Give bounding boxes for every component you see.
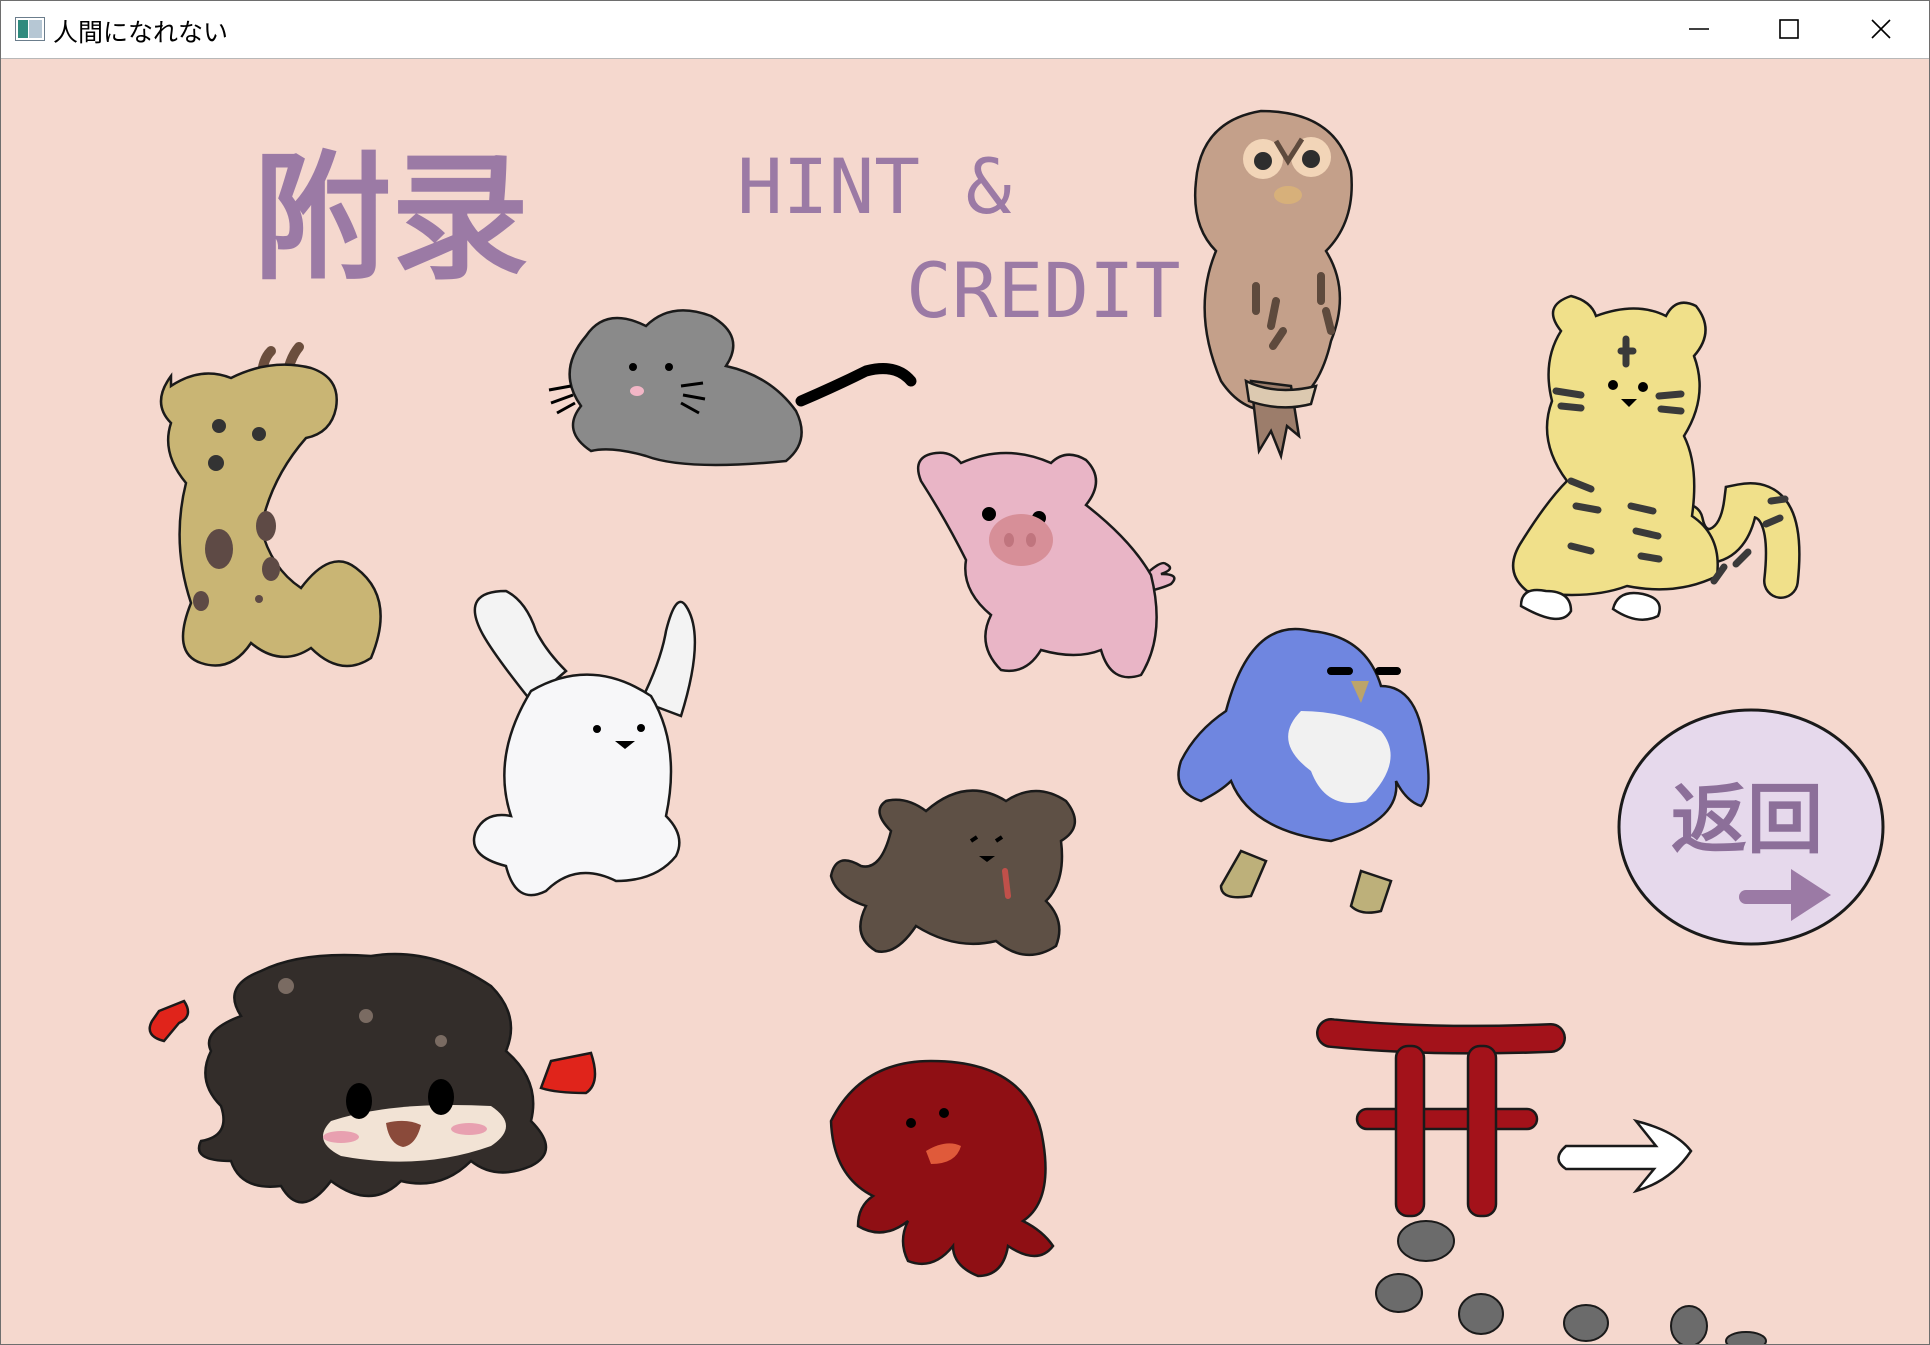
subtitle-credit: CREDIT [906, 246, 1181, 335]
minimize-icon [1689, 28, 1709, 30]
maximize-icon [1779, 19, 1799, 39]
close-button[interactable] [1835, 1, 1927, 58]
return-button[interactable]: 返回 [1617, 708, 1885, 946]
title-bar[interactable]: 人間になれない [1, 1, 1929, 59]
maximize-button[interactable] [1743, 1, 1835, 58]
window-title: 人間になれない [53, 18, 229, 47]
game-canvas: 附录 HINT & CREDIT 返回 [1, 59, 1929, 1344]
return-label: 返回 [1671, 775, 1823, 864]
subtitle-hint: HINT & [737, 142, 1012, 231]
close-icon [1871, 19, 1891, 39]
page-title: 附录 [253, 138, 529, 299]
game-window: 人間になれない 附录 HINT & CREDIT 返回 [0, 0, 1930, 1345]
minimize-button[interactable] [1653, 1, 1745, 58]
app-window-icon [15, 17, 45, 41]
